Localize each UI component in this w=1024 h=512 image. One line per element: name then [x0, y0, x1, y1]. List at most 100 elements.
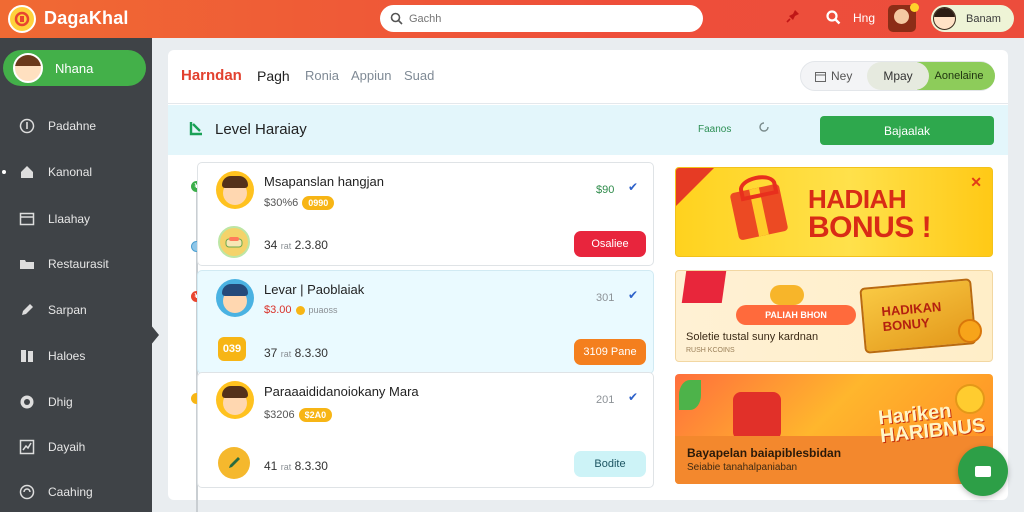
- view-toggle: Ney Aonelaine Mpay: [800, 61, 995, 91]
- task-card[interactable]: Paraaaididanoiokany Mara $3206 $2A0 201 …: [197, 372, 654, 488]
- sidebar-item-dhig[interactable]: Dhig: [0, 387, 152, 417]
- character-avatar: [216, 279, 254, 317]
- sidebar-item-kanonal[interactable]: Kanonal: [0, 157, 152, 187]
- level-title: Level Haraiay: [215, 121, 307, 138]
- card-row: 41 rat 8.3.30: [264, 459, 328, 473]
- row-value-2: 2.3.80: [294, 238, 328, 252]
- toggle-label: Ney: [831, 69, 853, 83]
- card-right-value: 201: [596, 394, 615, 406]
- sidebar-item-llaahay[interactable]: Llaahay: [0, 204, 152, 234]
- refresh-icon[interactable]: [758, 121, 770, 136]
- app-brand: DagaKhal: [44, 8, 129, 28]
- check-icon: ✔: [628, 288, 639, 302]
- chat-fab-button[interactable]: [958, 446, 1008, 496]
- book-icon: [18, 347, 36, 365]
- sidebar-item-restaurasit[interactable]: Restaurasit: [0, 249, 152, 279]
- pencil-icon: [218, 447, 250, 479]
- card-sub-value: $3.00: [264, 304, 292, 316]
- task-card[interactable]: Msapanslan hangjan $30%6 0990 $90 ✔ 34 r…: [197, 162, 654, 266]
- user-menu[interactable]: Banam: [931, 5, 1014, 32]
- card-sub-small: puaoss: [308, 305, 338, 315]
- folder-icon: [18, 255, 36, 273]
- drum-icon: [733, 392, 781, 440]
- card-pill: 0990: [302, 196, 335, 210]
- coin-icon: [295, 305, 305, 315]
- coin-icon: [958, 319, 982, 343]
- app-logo[interactable]: [8, 5, 36, 33]
- tab-suad[interactable]: Suad: [404, 68, 434, 83]
- card-action-button[interactable]: 3109 Pane: [574, 339, 646, 365]
- card-title: Levar | Paoblaiak: [264, 282, 365, 297]
- shopping-bag-icon[interactable]: [888, 3, 919, 32]
- badge-icon: 039: [218, 337, 246, 361]
- card-sub-value: $3206: [264, 409, 295, 421]
- gift-box-icon: [729, 183, 789, 241]
- logo-mark-icon: [14, 11, 30, 27]
- level-action-button[interactable]: Bajaalak: [820, 116, 994, 145]
- banner-band: [675, 436, 993, 484]
- tab-harndan[interactable]: Harndan: [181, 67, 242, 84]
- check-icon: ✔: [628, 390, 639, 404]
- clock-icon: [18, 393, 36, 411]
- tab-appiun[interactable]: Appiun: [351, 68, 391, 83]
- sidebar-item-dayaih[interactable]: Dayaih: [0, 432, 152, 462]
- level-header: Level Haraiay Faanos Bajaalak: [168, 105, 1008, 155]
- sidebar-notch: [150, 324, 159, 346]
- bag-avatar: [894, 9, 909, 24]
- row-value: 37: [264, 346, 278, 360]
- sidebar: Nhana Padahne Kanonal Llaahay Restaurasi…: [0, 38, 152, 512]
- coin-stack-icon: [770, 285, 804, 305]
- sidebar-item-label: Kanonal: [48, 165, 93, 179]
- card-title: Msapanslan hangjan: [264, 174, 384, 189]
- settings-icon: [18, 483, 36, 501]
- promo-banner-bonus[interactable]: PALIAH BHON HADIKAN BONUY Soletie tustal…: [675, 270, 993, 362]
- promo-banner-hadiah[interactable]: HADIAH BONUS ! ✕: [675, 167, 993, 257]
- card-row: 34 rat 2.3.80: [264, 238, 328, 252]
- pin-icon[interactable]: [786, 9, 800, 26]
- corner-ribbon: [676, 168, 714, 206]
- sidebar-item-haloes[interactable]: Haloes: [0, 341, 152, 371]
- pen-icon: [18, 301, 36, 319]
- promo-banner-haribnus[interactable]: Hariken HARIBNUS Bayapelan baiapiblesbid…: [675, 374, 993, 484]
- card-sub-value: $30%6: [264, 197, 299, 209]
- toggle-option-mpay[interactable]: Mpay: [867, 62, 929, 90]
- character-avatar: [216, 381, 254, 419]
- sidebar-item-label: Sarpan: [48, 303, 87, 317]
- card-action-button[interactable]: Osaliee: [574, 231, 646, 257]
- row-value: 41: [264, 459, 278, 473]
- card-right-value: 301: [596, 292, 615, 304]
- row-value-2: 8.3.30: [294, 459, 328, 473]
- banner-note: RUSH KCOINS: [686, 347, 735, 354]
- header-search-icon[interactable]: [826, 10, 841, 30]
- header-label[interactable]: Hng: [853, 11, 875, 25]
- search-input[interactable]: [409, 12, 669, 25]
- tab-bar: Harndan Pagh Ronia Appiun Suad Ney Aonel…: [168, 50, 1008, 104]
- search-bar[interactable]: [380, 5, 703, 32]
- sidebar-item-sarpan[interactable]: Sarpan: [0, 295, 152, 325]
- task-card[interactable]: Levar | Paoblaiak $3.00 puaoss 301 ✔ 039…: [197, 270, 654, 374]
- row-small: rat: [280, 349, 292, 359]
- sidebar-item-label: Restaurasit: [48, 257, 109, 271]
- character-avatar: [216, 171, 254, 209]
- profile-name: Nhana: [55, 60, 94, 76]
- banner-subtitle: Seiabie tanahalpaniaban: [687, 462, 798, 473]
- window-icon: [18, 210, 36, 228]
- banner-description: Soletie tustal suny kardnan: [686, 331, 819, 343]
- card-action-button[interactable]: Bodite: [574, 451, 646, 477]
- tab-ronia[interactable]: Ronia: [305, 68, 339, 83]
- sparkle-icon: ✕: [970, 174, 982, 190]
- user-avatar: [933, 7, 956, 30]
- sidebar-item-padahne[interactable]: Padahne: [0, 111, 152, 141]
- sidebar-item-caahing[interactable]: Caahing: [0, 477, 152, 507]
- row-small: rat: [280, 241, 292, 251]
- toggle-option-ney[interactable]: Ney: [815, 69, 852, 83]
- level-tag[interactable]: Faanos: [698, 124, 731, 135]
- card-pill: $2A0: [298, 408, 333, 422]
- red-flag-icon: [681, 271, 727, 303]
- sidebar-item-label: Dayaih: [48, 440, 86, 454]
- card-row: 37 rat 8.3.30: [264, 346, 328, 360]
- sidebar-profile[interactable]: Nhana: [3, 50, 146, 86]
- tab-pagh[interactable]: Pagh: [257, 68, 290, 84]
- sidebar-item-label: Llaahay: [48, 212, 91, 226]
- profile-avatar: [13, 53, 43, 83]
